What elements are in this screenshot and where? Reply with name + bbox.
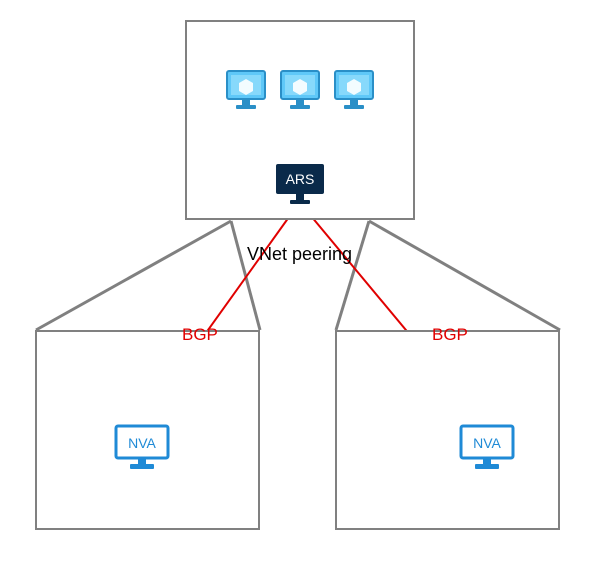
nva-icon: NVA: [457, 424, 517, 472]
spoke-right-vnet-box: NVA: [335, 330, 560, 530]
nva-label: NVA: [128, 435, 156, 451]
vm-row: [187, 67, 413, 113]
ars-label: ARS: [286, 171, 315, 187]
nva-node-right: NVA: [457, 424, 517, 472]
ars-icon: ARS: [272, 162, 328, 206]
nva-node-left: NVA: [112, 424, 172, 472]
ars-node: ARS: [272, 162, 328, 206]
nva-label: NVA: [473, 435, 501, 451]
bgp-label-right: BGP: [432, 325, 468, 345]
bgp-label-left: BGP: [182, 325, 218, 345]
vm-icon: [331, 67, 377, 113]
vm-icon: [277, 67, 323, 113]
nva-icon: NVA: [112, 424, 172, 472]
spoke-left-vnet-box: NVA: [35, 330, 260, 530]
vnet-peering-label: VNet peering: [247, 244, 352, 265]
hub-vnet-box: ARS: [185, 20, 415, 220]
vm-icon: [223, 67, 269, 113]
